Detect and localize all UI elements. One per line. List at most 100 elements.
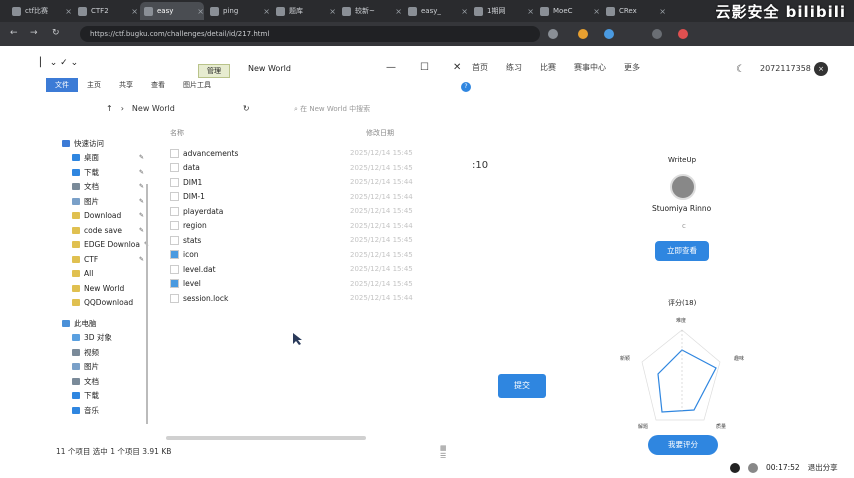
ribbon-tab[interactable]: 查看	[142, 78, 174, 92]
file-row[interactable]: data 2025/12/14 15:45	[170, 161, 450, 176]
pause-icon[interactable]	[748, 462, 758, 473]
ribbon-tab[interactable]: 共享	[110, 78, 142, 92]
sidebar-item[interactable]: QQDownload	[62, 296, 144, 311]
file-row[interactable]: DIM-1 2025/12/14 15:44	[170, 190, 450, 205]
file-row[interactable]: icon 2025/12/14 15:45	[170, 248, 450, 263]
forward-button[interactable]: →	[30, 28, 38, 38]
browser-tab[interactable]: 题库 ×	[272, 2, 336, 20]
close-button[interactable]: ✕	[453, 62, 461, 73]
sidebar-item[interactable]: 视频	[62, 345, 144, 360]
extension-icon[interactable]	[652, 29, 662, 39]
pin-icon[interactable]: ✎	[139, 198, 144, 205]
minimize-button[interactable]: —	[386, 62, 396, 73]
sidebar-item[interactable]: 音乐	[62, 403, 144, 418]
site-nav-item[interactable]: 比赛	[540, 62, 556, 73]
site-nav-item[interactable]: 练习	[506, 62, 522, 73]
close-tab-icon[interactable]: ×	[659, 7, 666, 16]
browser-tab[interactable]: ping ×	[206, 2, 270, 20]
browser-tab[interactable]: 1期网 ×	[470, 2, 534, 20]
help-icon[interactable]: ?	[461, 82, 471, 92]
column-header-name[interactable]: 名称	[170, 128, 184, 138]
pin-icon[interactable]: ✎	[139, 212, 144, 219]
view-toggle-icons[interactable]: ▦ ☰	[440, 444, 448, 460]
user-id[interactable]: 2072117358	[760, 64, 811, 73]
record-icon[interactable]	[730, 462, 740, 473]
sidebar-item[interactable]: 文档	[62, 374, 144, 389]
extension-icon[interactable]	[604, 29, 614, 39]
site-nav-item[interactable]: 更多	[624, 62, 640, 73]
ribbon-tab[interactable]: 文件	[46, 78, 78, 92]
sidebar-item[interactable]: New World	[62, 281, 144, 296]
close-tab-icon[interactable]: ×	[527, 7, 534, 16]
browser-tab[interactable]: easy ×	[140, 2, 204, 20]
sidebar-this-pc[interactable]: 此电脑	[62, 316, 144, 331]
close-tab-icon[interactable]: ×	[65, 7, 72, 16]
dark-mode-icon[interactable]: ☾	[736, 64, 745, 75]
browser-tab[interactable]: easy_ ×	[404, 2, 468, 20]
file-row[interactable]: level 2025/12/14 15:45	[170, 277, 450, 292]
sidebar-item[interactable]: Download ✎	[62, 209, 144, 224]
close-tab-icon[interactable]: ×	[395, 7, 402, 16]
pin-icon[interactable]: ✎	[139, 154, 144, 161]
sidebar-item[interactable]: 下载 ✎	[62, 165, 144, 180]
sidebar-item[interactable]: All	[62, 267, 144, 282]
reload-button[interactable]: ↻	[52, 28, 60, 38]
file-row[interactable]: session.lock 2025/12/14 15:44	[170, 291, 450, 306]
extension-icon[interactable]	[548, 29, 558, 39]
profile-icon[interactable]	[678, 29, 688, 39]
quick-access-toolbar[interactable]: ▏ ⌄ ✓ ⌄	[40, 58, 78, 68]
browser-tab[interactable]: MoeC ×	[536, 2, 600, 20]
file-row[interactable]: advancements 2025/12/14 15:45	[170, 146, 450, 161]
ribbon-tab[interactable]: 主页	[78, 78, 110, 92]
author-name[interactable]: Stuomiya Rinno	[652, 204, 711, 213]
file-row[interactable]: stats 2025/12/14 15:45	[170, 233, 450, 248]
search-input[interactable]: ⌕ 在 New World 中搜索	[294, 104, 370, 114]
extension-icon[interactable]	[578, 29, 588, 39]
rate-button[interactable]: 我要评分	[648, 435, 718, 455]
sidebar-item[interactable]: 文档 ✎	[62, 180, 144, 195]
file-row[interactable]: playerdata 2025/12/14 15:45	[170, 204, 450, 219]
browser-tab[interactable]: 较新~ ×	[338, 2, 402, 20]
close-tab-icon[interactable]: ×	[329, 7, 336, 16]
site-nav-item[interactable]: 首页	[472, 62, 488, 73]
maximize-button[interactable]: ☐	[420, 62, 429, 73]
ribbon-tab[interactable]: 图片工具	[174, 78, 220, 92]
file-row[interactable]: region 2025/12/14 15:44	[170, 219, 450, 234]
breadcrumb[interactable]: ↑ › New World ↻	[106, 104, 250, 113]
browser-tab[interactable]: CRex ×	[602, 2, 666, 20]
manage-tab[interactable]: 管理	[198, 64, 230, 78]
close-tab-icon[interactable]: ×	[263, 7, 270, 16]
close-tab-icon[interactable]: ×	[197, 7, 204, 16]
pin-icon[interactable]: ✎	[139, 183, 144, 190]
pin-icon[interactable]: ✎	[139, 169, 144, 176]
close-tab-icon[interactable]: ×	[593, 7, 600, 16]
file-row[interactable]: DIM1 2025/12/14 15:44	[170, 175, 450, 190]
view-writeup-button[interactable]: 立即查看	[655, 241, 709, 261]
pin-icon[interactable]: ✎	[139, 256, 144, 263]
sidebar-item[interactable]: 图片 ✎	[62, 194, 144, 209]
column-header-date[interactable]: 修改日期	[366, 128, 394, 138]
url-input[interactable]: https://ctf.bugku.com/challenges/detail/…	[80, 26, 540, 42]
submit-flag-button[interactable]: 提交	[498, 374, 546, 398]
sidebar-item[interactable]: 桌面 ✎	[62, 151, 144, 166]
close-tab-icon[interactable]: ×	[461, 7, 468, 16]
close-tab-icon[interactable]: ×	[131, 7, 138, 16]
pin-icon[interactable]: ✎	[139, 227, 144, 234]
logout-icon[interactable]: ×	[814, 62, 828, 76]
browser-tab[interactable]: CTF2 ×	[74, 2, 138, 20]
vertical-scrollbar[interactable]	[146, 184, 148, 424]
up-arrow-icon[interactable]: ↑	[106, 104, 113, 113]
refresh-icon[interactable]: ↻	[243, 104, 250, 113]
exit-share-button[interactable]: 退出分享	[808, 462, 838, 473]
sidebar-item[interactable]: 下载	[62, 389, 144, 404]
sidebar-item[interactable]: 图片	[62, 360, 144, 375]
horizontal-scrollbar[interactable]	[166, 436, 366, 440]
sidebar-item[interactable]: 3D 对象	[62, 331, 144, 346]
sidebar-item[interactable]: EDGE Downloa✎	[62, 238, 149, 253]
path-segment[interactable]: New World	[132, 104, 175, 113]
sidebar-item[interactable]: code save ✎	[62, 223, 144, 238]
browser-tab[interactable]: ctf比赛 ×	[8, 2, 72, 20]
sidebar-quick-access[interactable]: 快速访问	[62, 136, 144, 151]
sidebar-item[interactable]: CTF ✎	[62, 252, 144, 267]
file-row[interactable]: level.dat 2025/12/14 15:45	[170, 262, 450, 277]
